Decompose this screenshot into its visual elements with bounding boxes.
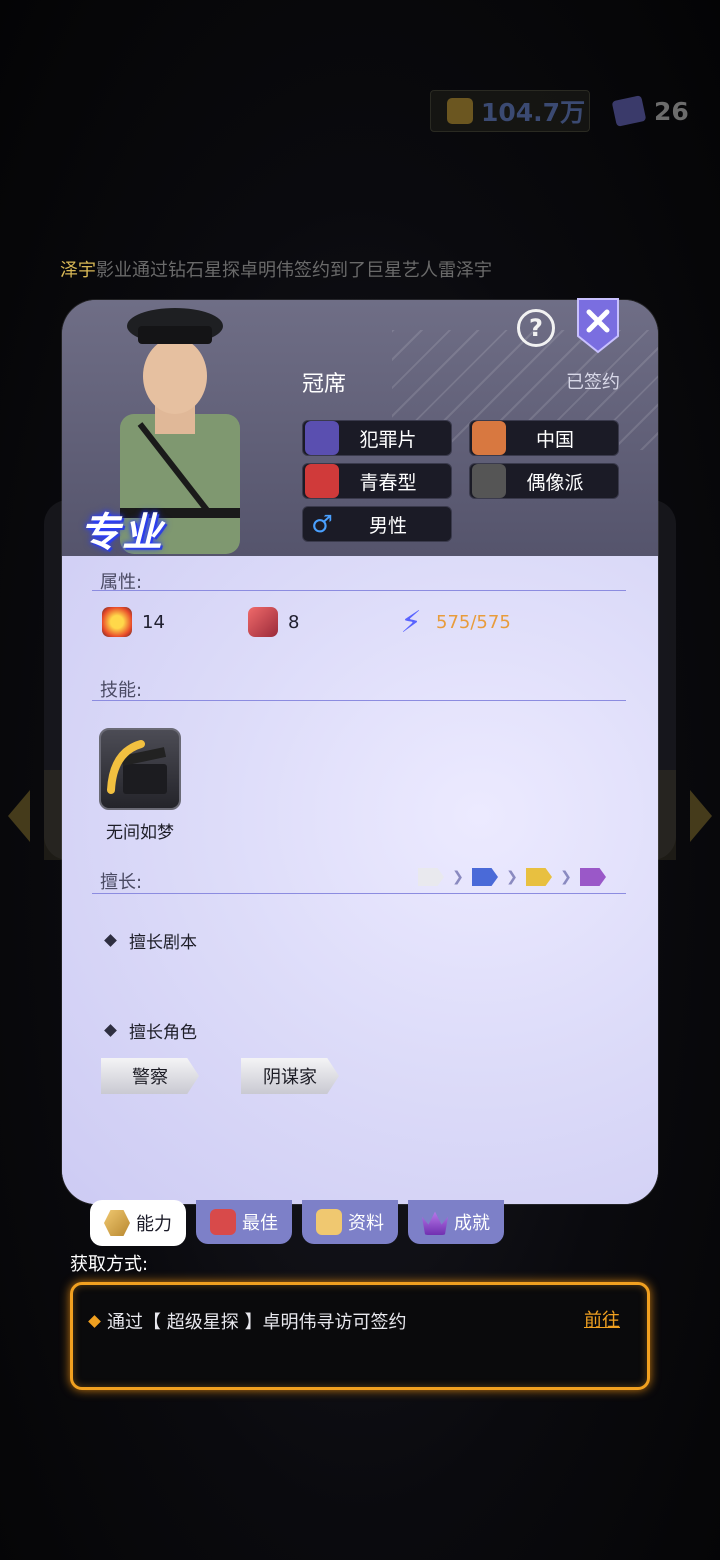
prev-arrow-icon <box>8 790 30 842</box>
attribute-value: 8 <box>288 611 300 633</box>
attribute-value: 14 <box>142 611 165 633</box>
divider <box>92 590 626 591</box>
tab-profile-label: 资料 <box>348 1213 384 1234</box>
tag-country: 中国 <box>469 420 619 456</box>
close-button[interactable] <box>575 296 621 354</box>
divider <box>92 893 626 894</box>
tag-genre-label: 犯罪片 <box>359 428 417 451</box>
tab-achievement-label: 成就 <box>454 1213 490 1234</box>
tag-type: 青春型 <box>302 463 452 499</box>
clipboard-icon <box>316 1209 342 1235</box>
money-bag-icon <box>447 98 473 124</box>
attribute-energy: ⚡ 575/575 <box>396 604 511 640</box>
microphone-icon <box>472 464 506 498</box>
signed-status: 已签约 <box>566 372 620 393</box>
rank-title: 冠席 <box>302 372 347 397</box>
specialty-role: 擅长角色 <box>104 1018 197 1043</box>
specialty-label: 擅长: <box>100 872 143 893</box>
diamond-bullet-icon <box>104 934 117 947</box>
skill-icon[interactable] <box>99 728 181 810</box>
attribute-drama: 8 <box>248 606 299 638</box>
explosion-icon <box>102 607 132 637</box>
news-ticker: 泽宇影业通过钻石星探卓明伟签约到了巨星艺人雷泽宇 <box>60 256 660 282</box>
crown-icon <box>422 1211 448 1235</box>
film-reel-icon <box>305 421 339 455</box>
tag-style-label: 偶像派 <box>526 471 584 494</box>
specialty-script: 擅长剧本 <box>104 928 197 953</box>
china-scroll-icon <box>472 421 506 455</box>
obtain-method-text: 通过【 超级星探 】卓明伟寻访可签约 <box>107 1312 407 1333</box>
skills-label: 技能: <box>100 680 143 701</box>
book-count: 26 <box>654 96 689 126</box>
grade-gold-icon <box>526 868 552 886</box>
trophy-card-icon <box>210 1209 236 1235</box>
obtain-method: 通过【 超级星探 】卓明伟寻访可签约 <box>88 1308 407 1334</box>
tag-gender-label: 男性 <box>368 514 407 537</box>
tab-ability-label: 能力 <box>136 1214 172 1235</box>
skill-name: 无间如梦 <box>106 823 174 843</box>
diamond-bullet-icon <box>104 1024 117 1037</box>
chevron-right-icon: ❯ <box>560 869 572 885</box>
next-arrow-icon <box>690 790 712 842</box>
role-tag-schemer[interactable]: 阴谋家 <box>241 1058 339 1094</box>
tab-bar: 能力 最佳 资料 成就 <box>90 1200 504 1246</box>
lightning-icon: ⚡ <box>400 604 422 640</box>
obtain-title: 获取方式: <box>70 1254 149 1275</box>
male-symbol-icon: ♂ <box>311 510 333 538</box>
grade-blue-icon <box>472 868 498 886</box>
goto-link[interactable]: 前往 <box>584 1306 620 1332</box>
hexagon-icon <box>104 1210 130 1236</box>
tag-genre: 犯罪片 <box>302 420 452 456</box>
tag-gender: ♂ 男性 <box>302 506 452 542</box>
clapperboard-icon <box>107 740 167 794</box>
tag-type-label: 青春型 <box>359 471 417 494</box>
role-tag-police[interactable]: 警察 <box>101 1058 199 1094</box>
tab-best[interactable]: 最佳 <box>196 1200 292 1244</box>
divider <box>92 700 626 701</box>
grade-purple-icon <box>580 868 606 886</box>
specialty-role-label: 擅长角色 <box>129 1023 197 1043</box>
specialty-script-label: 擅长剧本 <box>129 933 197 953</box>
obtain-box <box>70 1282 650 1390</box>
book-display: 26 <box>606 90 702 132</box>
grade-white-icon <box>418 868 444 886</box>
tab-achievement[interactable]: 成就 <box>408 1200 504 1244</box>
tab-best-label: 最佳 <box>242 1213 278 1234</box>
drama-mask-icon <box>248 607 278 637</box>
grade-legend: ❯ ❯ ❯ <box>418 868 606 886</box>
tag-country-label: 中国 <box>535 428 574 451</box>
chevron-right-icon: ❯ <box>452 869 464 885</box>
diamond-bullet-icon <box>88 1314 101 1328</box>
ticker-message: 影业通过钻石星探卓明伟签约到了巨星艺人雷泽宇 <box>96 260 492 281</box>
attribute-action: 14 <box>102 606 165 638</box>
tag-style: 偶像派 <box>469 463 619 499</box>
tab-profile[interactable]: 资料 <box>302 1200 398 1244</box>
chevron-right-icon: ❯ <box>506 869 518 885</box>
book-icon <box>611 95 647 127</box>
currency-display: 104.7万 <box>430 90 590 132</box>
energy-value: 575/575 <box>436 611 511 633</box>
question-icon: ? <box>529 314 543 342</box>
help-button[interactable]: ? <box>517 309 555 347</box>
ticker-highlight: 泽宇 <box>60 260 96 281</box>
badge-label: 专业 <box>80 510 164 556</box>
bowtie-icon <box>305 464 339 498</box>
currency-value: 104.7万 <box>481 98 586 127</box>
tab-ability[interactable]: 能力 <box>90 1200 186 1246</box>
